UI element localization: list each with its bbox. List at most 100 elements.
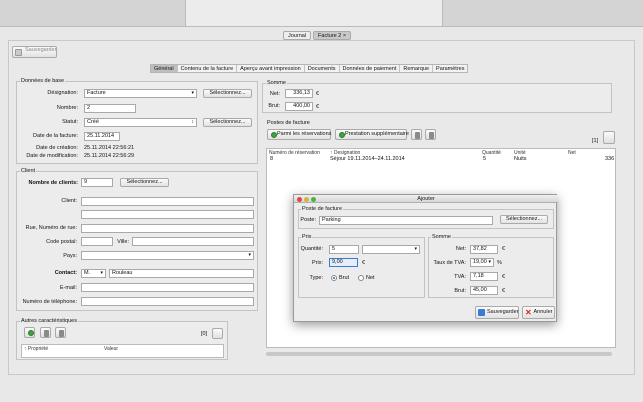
- window-toolbar: [0, 0, 643, 27]
- document-tabs: Journal Facture 2 ×: [283, 31, 352, 40]
- save-button[interactable]: Sauvegarder: [12, 46, 57, 58]
- copy-icon: [44, 330, 49, 337]
- postal-field[interactable]: [81, 237, 113, 246]
- number-field[interactable]: 2: [84, 104, 136, 113]
- client-name-field[interactable]: [81, 197, 254, 206]
- status-select[interactable]: Créé ↕: [84, 118, 197, 127]
- designation-label: Désignation:: [47, 90, 78, 96]
- price-field[interactable]: 9,00: [329, 258, 358, 267]
- email-field[interactable]: [81, 283, 254, 292]
- postal-label: Code postal:: [46, 239, 77, 245]
- salutation-select[interactable]: M. ▾: [81, 269, 106, 278]
- phone-field[interactable]: [81, 297, 254, 306]
- dialog-brut-value: 45,00: [470, 286, 498, 295]
- properties-table[interactable]: ↑ Propriété Valeur: [21, 344, 224, 358]
- dialog-title-bar: Ajouter: [294, 195, 558, 203]
- client-select-button[interactable]: Sélectionnez...: [120, 178, 169, 187]
- number-label: Nombre:: [56, 105, 78, 111]
- vat-percent: %: [497, 260, 502, 266]
- position-table-settings-button[interactable]: [603, 131, 615, 144]
- phone-label: Numéro de téléphone:: [22, 299, 77, 305]
- other-properties-title: Autres caractéristiques: [20, 318, 78, 324]
- tab-general[interactable]: Général: [151, 65, 178, 72]
- dialog-cancel-label: Annuler: [533, 309, 553, 315]
- street-field[interactable]: [81, 224, 254, 233]
- table-row[interactable]: 8 Séjour 19.11.2014–24.11.2014 5 Nuits 3…: [267, 155, 615, 164]
- post-group-title: Poste de facture: [301, 206, 344, 212]
- post-select-button[interactable]: Sélectionnez...: [500, 215, 548, 224]
- delete-property-button[interactable]: [55, 327, 66, 338]
- client-title: Client: [20, 168, 37, 174]
- tab-documents[interactable]: Documents: [305, 65, 340, 72]
- extra-service-label: Prestation supplémentaire: [345, 131, 409, 137]
- type-net-label: Net: [366, 275, 375, 281]
- dialog-cancel-button[interactable]: ✕ Annuler: [522, 306, 555, 319]
- invoice-date-label: Date de la facture:: [33, 133, 78, 139]
- contact-name-field[interactable]: Rouleau: [109, 269, 254, 278]
- tab-remark[interactable]: Remarque: [400, 65, 434, 72]
- designation-select-button[interactable]: Sélectionnez...: [203, 89, 252, 98]
- extra-service-button[interactable]: Prestation supplémentaire: [335, 129, 409, 140]
- salutation-value: M.: [84, 270, 91, 276]
- column-value[interactable]: Valeur: [104, 346, 118, 352]
- tab-print-preview[interactable]: Aperçu avant impression: [237, 65, 305, 72]
- vat-rate-select[interactable]: 19,00 ▾: [470, 258, 494, 267]
- vat-currency: €: [502, 274, 506, 280]
- delete-position-button[interactable]: [425, 129, 436, 140]
- copy-property-button[interactable]: [40, 327, 51, 338]
- vat-label: TVA:: [454, 274, 466, 280]
- type-brut-label: Brut: [339, 275, 350, 281]
- designation-select[interactable]: Facture ▾: [84, 89, 197, 98]
- from-reservations-label: Parmi les réservations: [277, 131, 332, 137]
- unit-select[interactable]: ▾: [362, 245, 420, 254]
- price-group-title: Prix: [301, 234, 313, 240]
- sum-net-label: Net:: [269, 91, 280, 97]
- column-property[interactable]: ↑ Propriété: [24, 346, 48, 352]
- tab-invoice-2[interactable]: Facture 2 ×: [313, 31, 352, 40]
- client-number-label: Nombre de clients:: [28, 180, 78, 186]
- row-designation: Séjour 19.11.2014–24.11.2014: [330, 156, 405, 162]
- country-select[interactable]: ▾: [81, 251, 254, 260]
- zoom-icon[interactable]: [311, 196, 316, 202]
- tab-settings[interactable]: Paramètres: [433, 65, 467, 72]
- close-icon[interactable]: [297, 196, 302, 202]
- client-name-2-field[interactable]: [81, 210, 254, 219]
- from-reservations-button[interactable]: Parmi les réservations: [267, 129, 331, 140]
- type-label: Type:: [309, 275, 323, 281]
- contact-label: Contact:: [54, 270, 77, 276]
- quantity-field[interactable]: 5: [329, 245, 359, 254]
- type-brut-radio[interactable]: [331, 275, 337, 281]
- chevron-down-icon: ▾: [191, 90, 194, 96]
- dialog-net-value: 37,82: [470, 245, 498, 254]
- copy-position-button[interactable]: [411, 129, 422, 140]
- dialog-save-button[interactable]: Sauvegarder: [475, 306, 519, 319]
- vat-rate-value: 19,00: [473, 259, 487, 265]
- row-unit: Nuits: [514, 156, 527, 162]
- vat-rate-label: Taux de TVA:: [433, 260, 466, 266]
- trash-icon: [59, 330, 64, 337]
- type-net-radio[interactable]: [358, 275, 364, 281]
- vat-value: 7,18: [470, 272, 498, 281]
- horizontal-scrollbar[interactable]: [266, 352, 612, 356]
- sum-net-currency: €: [316, 91, 320, 97]
- tab-invoice-content[interactable]: Contenu de la facture: [178, 65, 238, 72]
- post-field[interactable]: Parking: [319, 216, 493, 225]
- street-label: Rue, Numéro de rue:: [25, 225, 77, 231]
- sum-brut-label: Brut:: [268, 103, 280, 109]
- client-number-field[interactable]: 9: [81, 178, 113, 187]
- invoice-date-field[interactable]: 25.11.2014: [84, 132, 120, 141]
- save-icon: [478, 309, 485, 316]
- add-property-button[interactable]: [24, 327, 35, 338]
- property-table-settings-button[interactable]: [212, 328, 223, 339]
- dialog-brut-currency: €: [502, 288, 506, 294]
- dialog-net-label: Net:: [455, 246, 466, 252]
- tab-invoice-2-label: Facture 2: [318, 33, 342, 39]
- chevron-down-icon: ▾: [414, 246, 417, 252]
- tab-payment-data[interactable]: Données de paiement: [340, 65, 401, 72]
- minimize-icon[interactable]: [304, 196, 309, 202]
- tab-journal[interactable]: Journal: [283, 31, 312, 40]
- tab-close-icon[interactable]: ×: [343, 33, 346, 39]
- status-select-button[interactable]: Sélectionnez...: [203, 118, 252, 127]
- city-field[interactable]: [132, 237, 254, 246]
- sum-title: Somme: [266, 80, 287, 86]
